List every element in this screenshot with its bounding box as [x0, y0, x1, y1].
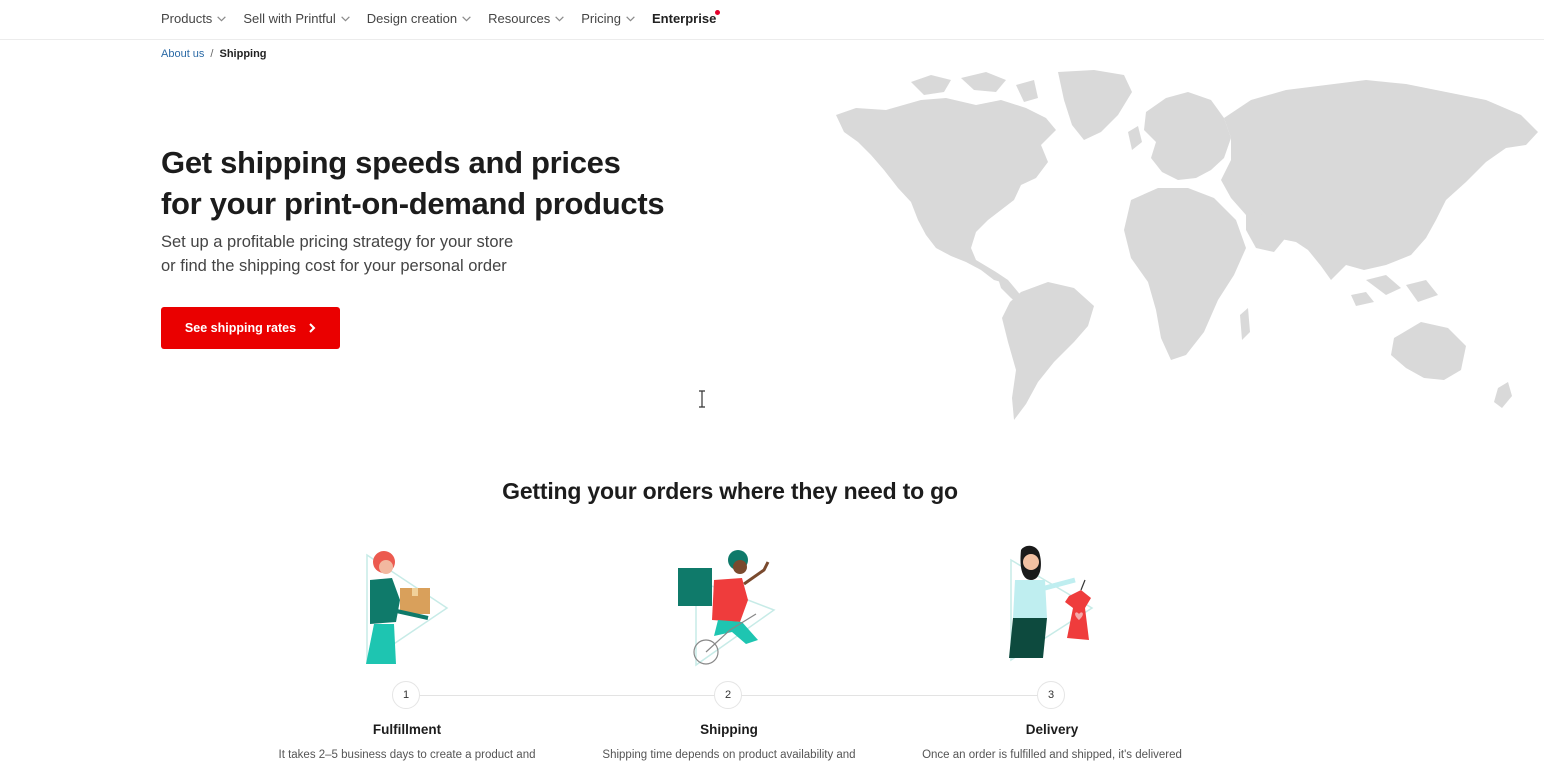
text-cursor-icon — [699, 390, 705, 408]
nav-enterprise-label: Enterprise — [652, 10, 717, 26]
nav-sell-label: Sell with Printful — [243, 10, 336, 26]
cta-label: See shipping rates — [184, 321, 297, 335]
nav-resources-label: Resources — [488, 10, 551, 26]
chevron-down-icon — [555, 15, 565, 22]
nav-design-label: Design creation — [366, 10, 458, 26]
step-number-badge: 3 — [1037, 681, 1065, 709]
step-description: Once an order is fulfilled and shipped, … — [922, 749, 1182, 761]
step-number-badge: 2 — [714, 681, 742, 709]
hero-subtitle-line-1: Set up a profitable pricing strategy for… — [161, 233, 514, 251]
step-description: Shipping time depends on product availab… — [602, 749, 856, 761]
nav-pricing-label: Pricing — [581, 10, 622, 26]
shipping-illustration — [678, 550, 776, 667]
hero-title-line-1: Get shipping speeds and prices — [161, 145, 621, 180]
chevron-down-icon — [626, 15, 635, 22]
hero-title-line-2: for your print-on-demand products — [161, 186, 665, 221]
breadcrumb: About us / Shipping — [161, 48, 267, 60]
nav-pricing[interactable]: Pricing — [581, 11, 636, 26]
nav-products[interactable]: Products — [161, 11, 227, 26]
breadcrumb-current: Shipping — [219, 48, 267, 60]
top-navigation: Products Sell with Printful Design creat… — [0, 0, 1544, 40]
steps-connector-line — [738, 695, 1042, 696]
process-step-fulfillment: 1 Fulfillment It takes 2–5 business days… — [267, 540, 547, 761]
new-badge-dot — [715, 9, 721, 15]
process-step-shipping: 2 Shipping Shipping time depends on prod… — [589, 540, 869, 761]
hero-subtitle-line-2: or find the shipping cost for your perso… — [161, 257, 507, 275]
step-title: Shipping — [700, 722, 758, 737]
breadcrumb-separator: / — [210, 48, 214, 60]
nav-sell-with-printful[interactable]: Sell with Printful — [243, 11, 350, 26]
step-title: Delivery — [1025, 722, 1079, 737]
main-menu: Products Sell with Printful Design creat… — [161, 0, 732, 36]
chevron-down-icon — [462, 15, 471, 22]
step-title: Fulfillment — [372, 722, 442, 737]
breadcrumb-about-us[interactable]: About us — [161, 48, 204, 60]
process-section-title: Getting your orders where they need to g… — [502, 478, 958, 504]
step-number-badge: 1 — [392, 681, 420, 709]
step-description: It takes 2–5 business days to create a p… — [278, 749, 536, 761]
world-map-illustration — [836, 70, 1538, 420]
chevron-down-icon — [341, 15, 350, 22]
delivery-illustration — [1009, 545, 1094, 662]
chevron-down-icon — [217, 15, 227, 22]
nav-products-label: Products — [161, 10, 213, 26]
hero-subtitle: Set up a profitable pricing strategy for… — [161, 230, 681, 278]
nav-design-creation[interactable]: Design creation — [367, 11, 472, 26]
fulfillment-illustration — [366, 551, 449, 664]
process-step-delivery: 3 Delivery Once an order is fulfilled an… — [912, 540, 1192, 761]
see-shipping-rates-button[interactable]: See shipping rates — [161, 307, 340, 349]
chevron-right-icon — [309, 323, 316, 333]
nav-enterprise[interactable]: Enterprise — [652, 9, 721, 26]
steps-connector-line — [416, 695, 720, 696]
hero-title: Get shipping speeds and prices for your … — [161, 142, 781, 224]
nav-resources[interactable]: Resources — [488, 11, 565, 26]
